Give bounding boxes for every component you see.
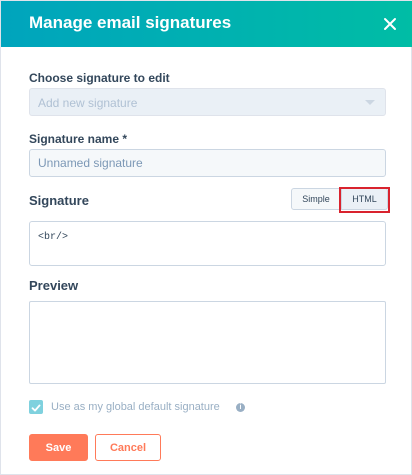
signature-mode-toggle: Simple HTML <box>291 188 388 210</box>
info-icon[interactable]: i <box>236 403 245 412</box>
signature-editor[interactable]: <br/> <box>29 221 386 266</box>
signature-name-label: Signature name * <box>29 132 128 146</box>
preview-label: Preview <box>29 278 79 293</box>
cancel-button[interactable]: Cancel <box>95 434 161 461</box>
signature-section-label: Signature <box>29 193 89 208</box>
signature-name-input[interactable] <box>29 149 386 177</box>
dialog-header: Manage email signatures <box>1 1 412 47</box>
choose-signature-value: Add new signature <box>38 96 138 110</box>
choose-signature-select[interactable]: Add new signature <box>29 88 386 116</box>
signature-preview <box>29 301 386 384</box>
signature-editor-content: <br/> <box>38 232 69 243</box>
checkmark-icon <box>31 404 41 412</box>
manage-signatures-dialog: Manage email signatures Choose signature… <box>0 0 412 475</box>
html-mode-button[interactable]: HTML <box>341 188 388 210</box>
close-icon[interactable] <box>379 13 401 35</box>
choose-signature-label: Choose signature to edit <box>29 71 170 85</box>
simple-mode-button[interactable]: Simple <box>291 188 341 210</box>
save-button[interactable]: Save <box>29 434 88 461</box>
dialog-title: Manage email signatures <box>29 13 232 32</box>
global-default-checkbox[interactable] <box>29 400 43 414</box>
global-default-label: Use as my global default signature <box>51 401 220 413</box>
chevron-down-icon <box>365 100 375 105</box>
